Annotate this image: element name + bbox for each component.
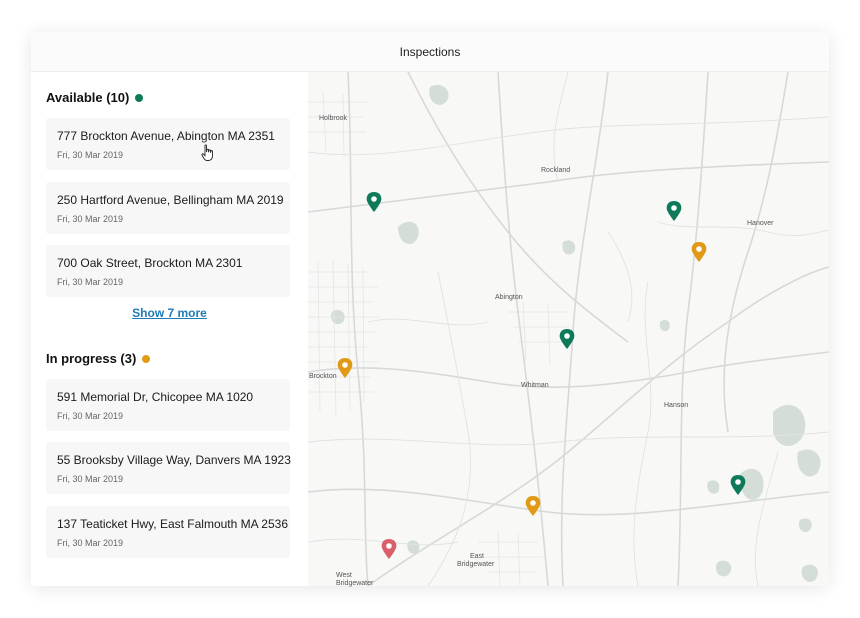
in-progress-section-label: In progress (3) [46,351,137,366]
place-label: Hanson [664,402,688,409]
inspection-address: 250 Hartford Avenue, Bellingham MA 2019 [57,193,284,207]
inspection-date: Fri, 30 Mar 2019 [57,277,124,287]
available-section-label: Available (10) [46,90,130,105]
place-label: Brockton [309,373,337,380]
place-label: Hanover [747,220,774,227]
in-progress-map-pin-icon[interactable] [337,358,353,378]
inspection-card[interactable]: 250 Hartford Avenue, Bellingham MA 2019 … [46,182,290,234]
inspection-address: 591 Memorial Dr, Chicopee MA 1020 [57,390,254,404]
inspection-card[interactable]: 137 Teaticket Hwy, East Falmouth MA 2536… [46,506,290,558]
inspections-map[interactable]: Holbrook Rockland Hanover Abington Brock… [308,72,829,586]
inspection-card[interactable]: 777 Brockton Avenue, Abington MA 2351 Fr… [46,118,290,170]
in-progress-section-header: In progress (3) [46,351,151,366]
overdue-map-pin-icon[interactable] [381,539,397,559]
inspection-date: Fri, 30 Mar 2019 [57,538,124,548]
water-bodies [330,84,821,582]
inspection-date: Fri, 30 Mar 2019 [57,214,124,224]
place-label: Bridgewater [457,561,495,568]
in-progress-map-pin-icon[interactable] [525,496,541,516]
available-section-header: Available (10) [46,90,144,105]
show-more-link[interactable]: Show 7 more [31,306,308,320]
place-label: Holbrook [319,115,348,122]
inspection-card[interactable]: 591 Memorial Dr, Chicopee MA 1020 Fri, 3… [46,379,290,431]
inspection-date: Fri, 30 Mar 2019 [57,150,124,160]
inspection-list-sidebar: Available (10) 777 Brockton Avenue, Abin… [31,72,308,586]
hand-pointer-icon [201,144,213,161]
available-map-pin-icon[interactable] [666,201,682,221]
inspection-address: 700 Oak Street, Brockton MA 2301 [57,256,243,270]
place-label: Abington [495,294,523,301]
inspection-address: 137 Teaticket Hwy, East Falmouth MA 2536 [57,517,289,531]
inspection-address: 55 Brooksby Village Way, Danvers MA 1923 [57,453,291,467]
inspection-card[interactable]: 55 Brooksby Village Way, Danvers MA 1923… [46,442,291,494]
place-label: Rockland [541,167,570,174]
inspection-date: Fri, 30 Mar 2019 [57,474,124,484]
inspection-address: 777 Brockton Avenue, Abington MA 2351 [57,129,275,143]
window-title: Inspections [399,44,461,59]
place-label: West Bridgewater [336,572,374,587]
map-canvas[interactable]: Holbrook Rockland Hanover Abington Brock… [308,72,829,586]
inspections-window: Inspections Available (10) 777 Brockton … [31,32,829,586]
roads [308,72,829,586]
available-status-dot [135,93,144,102]
available-map-pin-icon[interactable] [366,192,382,212]
map-markers [337,192,746,559]
minor-roads [308,72,829,586]
title-bar: Inspections [31,32,829,72]
inspection-card[interactable]: 700 Oak Street, Brockton MA 2301 Fri, 30… [46,245,290,297]
in-progress-status-dot [142,354,151,363]
place-label: Whitman [521,382,549,389]
place-label: East [470,553,484,560]
inspection-date: Fri, 30 Mar 2019 [57,411,124,421]
